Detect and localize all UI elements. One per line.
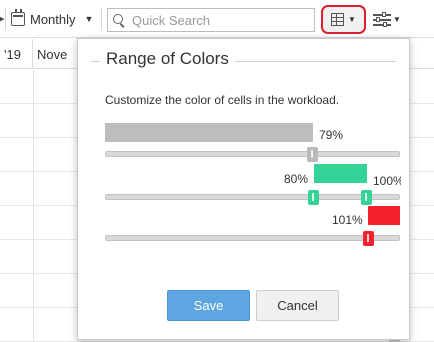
high-range-color-swatch[interactable]: [368, 206, 400, 225]
toolbar: ▸ Monthly ▼ ▼ ▼: [0, 0, 434, 38]
popup-title: Range of Colors: [100, 49, 235, 69]
low-range-label: 79%: [319, 128, 344, 142]
caret-left-icon[interactable]: ▸: [0, 12, 5, 25]
settings-button[interactable]: ▼: [373, 9, 401, 29]
popup-description: Customize the color of cells in the work…: [105, 93, 340, 107]
period-dropdown[interactable]: Monthly ▼: [11, 8, 93, 30]
toolbar-divider: [101, 8, 102, 30]
period-label: Monthly: [30, 11, 76, 27]
mid-range-track[interactable]: [105, 194, 400, 200]
chevron-down-icon: ▼: [84, 14, 94, 24]
chevron-down-icon: ▼: [348, 15, 356, 24]
search-input[interactable]: [132, 12, 302, 28]
toolbar-divider: [5, 8, 6, 30]
low-range-slider-handle[interactable]: [307, 147, 318, 162]
search-icon: [113, 13, 126, 27]
mid-range-end-label: 100%: [373, 174, 401, 188]
mid-range-end-label-clip: 100%: [373, 172, 401, 190]
mid-range-start-label: 80%: [284, 172, 309, 186]
range-of-colors-popup: Range of Colors Customize the color of c…: [77, 38, 410, 340]
search-box[interactable]: [107, 8, 315, 32]
save-button[interactable]: Save: [167, 290, 250, 321]
cancel-button[interactable]: Cancel: [256, 290, 339, 321]
header-cell: Nove: [33, 39, 83, 69]
mid-range-start-handle[interactable]: [308, 190, 319, 205]
high-range-track[interactable]: [105, 235, 400, 241]
high-range-label: 101%: [332, 213, 363, 227]
header-cell: '19: [0, 39, 33, 69]
table-icon: [331, 13, 345, 26]
sliders-icon: [373, 11, 391, 27]
chevron-down-icon: ▼: [393, 14, 401, 24]
low-range-track[interactable]: [105, 151, 400, 157]
workload-view: ▸ Monthly ▼ ▼ ▼ '19 Nove: [0, 0, 434, 342]
calendar-icon: [11, 9, 25, 26]
color-range-button[interactable]: ▼: [321, 5, 366, 34]
low-range-color-swatch[interactable]: [105, 123, 313, 142]
mid-range-color-swatch[interactable]: [314, 164, 367, 183]
mid-range-end-handle[interactable]: [361, 190, 372, 205]
grid-column-line: [33, 70, 34, 342]
high-range-slider-handle[interactable]: [363, 231, 374, 246]
